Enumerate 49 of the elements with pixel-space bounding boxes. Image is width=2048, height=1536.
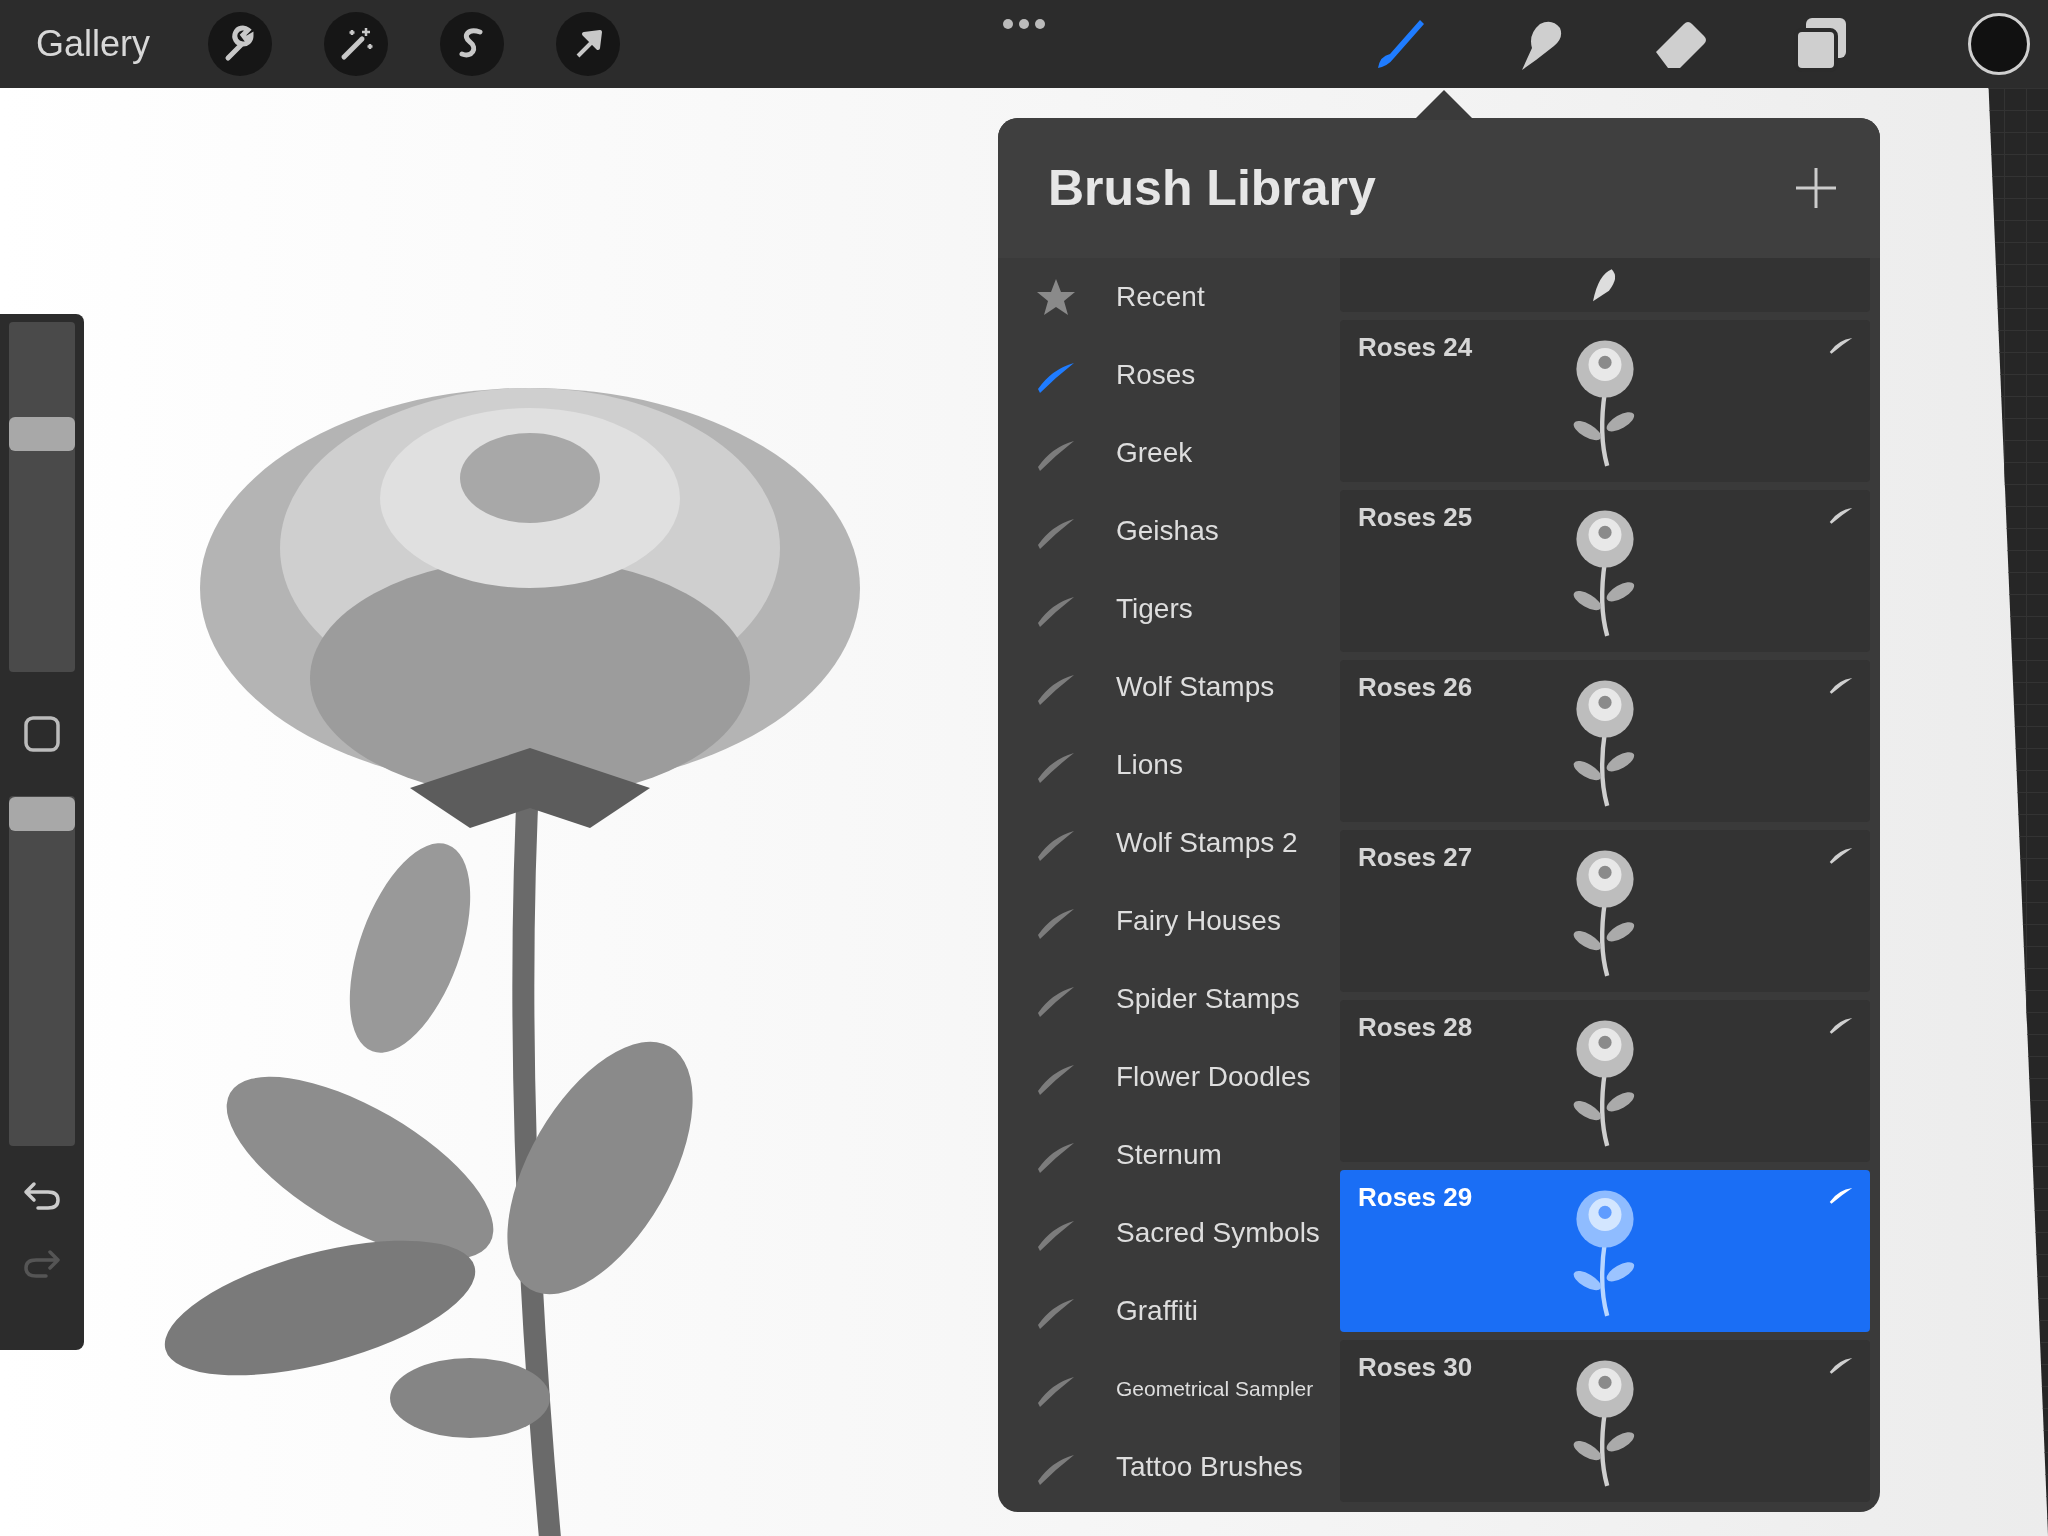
magic-wand-icon[interactable]: [324, 12, 389, 76]
brush-stroke-icon: [1828, 1186, 1854, 1204]
brush-name: Roses 30: [1358, 1352, 1473, 1383]
brush-stroke-icon: [1828, 846, 1854, 864]
brush-set-item[interactable]: Geishas: [1036, 492, 1340, 570]
brush-set-item[interactable]: Graffiti: [1036, 1272, 1340, 1350]
brush-stroke-icon: [1828, 506, 1854, 524]
brush-name: Roses 27: [1358, 842, 1473, 873]
brush-set-item[interactable]: Geometrical Sampler: [1036, 1350, 1340, 1428]
brush-card[interactable]: Roses 26: [1340, 660, 1870, 822]
brush-card[interactable]: Roses 27: [1340, 830, 1870, 992]
brush-name: Roses 24: [1358, 332, 1473, 363]
plus-icon[interactable]: [1794, 166, 1838, 210]
brush-set-item[interactable]: Tattoo Brushes: [1036, 1428, 1340, 1506]
slider-thumb[interactable]: [9, 796, 75, 831]
brush-set-item[interactable]: Wolf Stamps 2: [1036, 804, 1340, 882]
brush-card[interactable]: Roses 29: [1340, 1170, 1870, 1332]
brush-set-item[interactable]: Lions: [1036, 726, 1340, 804]
brush-set-item[interactable]: Fairy Houses: [1036, 882, 1340, 960]
brush-card[interactable]: Roses 24: [1340, 320, 1870, 482]
slider-thumb[interactable]: [9, 417, 75, 451]
panel-title: Brush Library: [1048, 159, 1376, 217]
brush-name: Roses 29: [1358, 1182, 1473, 1213]
brush-name: Roses 28: [1358, 1012, 1473, 1043]
selection-icon[interactable]: [440, 12, 505, 76]
brush-card[interactable]: Roses 25: [1340, 490, 1870, 652]
opacity-slider[interactable]: [9, 796, 75, 1146]
gallery-button[interactable]: Gallery: [36, 23, 151, 65]
brush-name: Roses 25: [1358, 502, 1473, 533]
wrench-icon[interactable]: [208, 12, 273, 76]
brush-name: Roses 26: [1358, 672, 1473, 703]
brush-size-slider[interactable]: [9, 322, 75, 672]
brush-card[interactable]: Roses 28: [1340, 1000, 1870, 1162]
brush-set-item[interactable]: Tigers: [1036, 570, 1340, 648]
square-modify-icon[interactable]: [22, 714, 62, 754]
brush-stroke-icon: [1828, 676, 1854, 694]
brush-set-item[interactable]: Flower Doodles: [1036, 1038, 1340, 1116]
brush-stroke-icon: [1828, 1356, 1854, 1374]
brush-card[interactable]: Roses 30: [1340, 1340, 1870, 1502]
brush-stroke-icon: [1828, 1016, 1854, 1034]
brush-set-item[interactable]: Wolf Stamps: [1036, 648, 1340, 726]
brush-set-item[interactable]: Sternum: [1036, 1116, 1340, 1194]
brush-set-item[interactable]: Greek: [1036, 414, 1340, 492]
brush-set-item[interactable]: Recent: [1036, 258, 1340, 336]
brush-set-item[interactable]: Sacred Symbols: [1036, 1194, 1340, 1272]
brush-set-item[interactable]: Roses: [1036, 336, 1340, 414]
brush-set-item[interactable]: Spider Stamps: [1036, 960, 1340, 1038]
more-options-icon[interactable]: [1002, 18, 1046, 30]
brush-stroke-icon: [1828, 336, 1854, 354]
